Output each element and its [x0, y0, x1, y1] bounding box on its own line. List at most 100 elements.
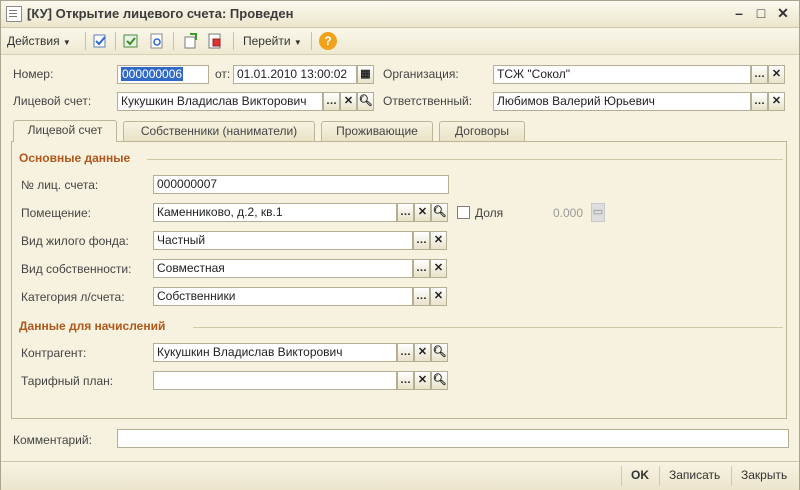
account-open-button[interactable]: 🔍︎ [357, 92, 374, 111]
tab-owners[interactable]: Собственники (наниматели) [123, 121, 315, 141]
number-value: 000000006 [121, 67, 184, 81]
share-calc-button[interactable]: ▭ [591, 203, 605, 222]
account-select-button[interactable]: … [323, 92, 340, 111]
clear-icon: ✕ [433, 290, 444, 302]
tab-residents[interactable]: Проживающие [321, 121, 433, 141]
account-field[interactable]: Кукушкин Владислав Викторович [117, 92, 323, 111]
goto-menu[interactable]: Перейти ▼ [243, 32, 302, 50]
category-label: Категория л/счета: [21, 290, 125, 304]
share-checkbox[interactable] [457, 206, 470, 219]
close-button[interactable]: Закрыть [741, 468, 787, 482]
tariff-clear-button[interactable]: ✕ [414, 371, 431, 390]
responsible-field[interactable]: Любимов Валерий Юрьевич [493, 92, 751, 111]
title-bar[interactable]: [КУ] Открытие лицевого счета: Проведен –… [1, 1, 799, 28]
button-divider [659, 466, 660, 486]
toolbar-divider [173, 32, 174, 50]
clear-icon: ✕ [417, 206, 428, 218]
premises-clear-button[interactable]: ✕ [414, 203, 431, 222]
structure-icon[interactable] [183, 33, 199, 49]
section-divider [193, 327, 783, 328]
account-no-value: 000000007 [157, 177, 218, 191]
document-icon [6, 6, 22, 22]
clear-icon: ✕ [771, 68, 782, 80]
tariff-select-button[interactable]: … [397, 371, 414, 390]
clear-icon: ✕ [433, 262, 444, 274]
save-button[interactable]: Записать [669, 468, 720, 482]
document-window: [КУ] Открытие лицевого счета: Проведен –… [0, 0, 800, 490]
post-and-close-icon[interactable] [93, 33, 109, 49]
account-clear-button[interactable]: ✕ [340, 92, 357, 111]
category-select-button[interactable]: … [413, 287, 430, 306]
clear-icon: ✕ [771, 95, 782, 107]
date-label: от: [215, 67, 231, 81]
button-divider [621, 466, 622, 486]
fund-select-button[interactable]: … [413, 231, 430, 250]
goto-menu-label: Перейти [243, 34, 291, 48]
toolbar: Действия ▼ Перейти ▼ ? [1, 28, 799, 55]
tariff-open-button[interactable]: 🔍︎ [431, 371, 448, 390]
calendar-icon: ▦ [360, 68, 371, 80]
org-field[interactable]: ТСЖ "Сокол" [493, 65, 751, 84]
toolbar-divider [233, 32, 234, 50]
number-field[interactable]: 000000006 [117, 65, 209, 84]
responsible-value: Любимов Валерий Юрьевич [497, 94, 655, 108]
tariff-field[interactable] [153, 371, 397, 390]
premises-value: Каменниково, д.2, кв.1 [157, 205, 283, 219]
responsible-label: Ответственный: [383, 94, 473, 108]
search-icon: 🔍︎ [432, 374, 447, 386]
tab-contracts[interactable]: Договоры [439, 121, 525, 141]
share-value: 0.000 [553, 206, 584, 220]
ownership-select-button[interactable]: … [413, 259, 430, 278]
ownership-field[interactable]: Совместная [153, 259, 413, 278]
date-field[interactable]: 01.01.2010 13:00:02 [233, 65, 357, 84]
premises-field[interactable]: Каменниково, д.2, кв.1 [153, 203, 397, 222]
comment-label: Комментарий: [13, 433, 92, 447]
window-title: [КУ] Открытие лицевого счета: Проведен [27, 6, 294, 21]
org-clear-button[interactable]: ✕ [768, 65, 785, 84]
category-clear-button[interactable]: ✕ [430, 287, 447, 306]
contractor-field[interactable]: Кукушкин Владислав Викторович [153, 343, 397, 362]
ownership-clear-button[interactable]: ✕ [430, 259, 447, 278]
search-icon: 🔍︎ [432, 346, 447, 358]
tariff-label: Тарифный план: [21, 374, 114, 388]
premises-open-button[interactable]: 🔍︎ [431, 203, 448, 222]
category-field[interactable]: Собственники [153, 287, 413, 306]
print-icon[interactable] [207, 33, 223, 49]
toolbar-divider [311, 32, 312, 50]
close-window-button[interactable]: ✕ [775, 5, 791, 21]
post-icon[interactable] [123, 33, 139, 49]
maximize-button[interactable]: □ [753, 5, 769, 21]
account-no-field[interactable]: 000000007 [153, 175, 449, 194]
contractor-open-button[interactable]: 🔍︎ [431, 343, 448, 362]
comment-field[interactable] [117, 429, 789, 448]
ok-button[interactable]: OK [631, 468, 649, 482]
help-button[interactable]: ? [319, 32, 337, 50]
ownership-label: Вид собственности: [21, 262, 132, 276]
fund-clear-button[interactable]: ✕ [430, 231, 447, 250]
chevron-down-icon: ▼ [293, 38, 302, 47]
premises-select-button[interactable]: … [397, 203, 414, 222]
minimize-button[interactable]: – [731, 5, 747, 21]
unpost-icon[interactable] [149, 33, 165, 49]
org-select-button[interactable]: … [751, 65, 768, 84]
button-bar: OK Записать Закрыть [1, 461, 799, 490]
chevron-down-icon: ▼ [62, 38, 71, 47]
actions-menu-label: Действия [7, 34, 60, 48]
tab-personal-account[interactable]: Лицевой счет [13, 120, 117, 142]
section-main-data: Основные данные [19, 151, 131, 165]
contractor-clear-button[interactable]: ✕ [414, 343, 431, 362]
share-label: Доля [475, 206, 504, 220]
contractor-select-button[interactable]: … [397, 343, 414, 362]
clear-icon: ✕ [343, 95, 354, 107]
actions-menu[interactable]: Действия ▼ [7, 32, 71, 50]
fund-field[interactable]: Частный [153, 231, 413, 250]
section-divider [147, 159, 783, 160]
premises-label: Помещение: [21, 206, 91, 220]
calendar-button[interactable]: ▦ [357, 65, 374, 84]
responsible-select-button[interactable]: … [751, 92, 768, 111]
clear-icon: ✕ [433, 234, 444, 246]
responsible-clear-button[interactable]: ✕ [768, 92, 785, 111]
toolbar-divider [115, 32, 116, 50]
button-divider [731, 466, 732, 486]
date-value: 01.01.2010 13:00:02 [237, 67, 348, 81]
